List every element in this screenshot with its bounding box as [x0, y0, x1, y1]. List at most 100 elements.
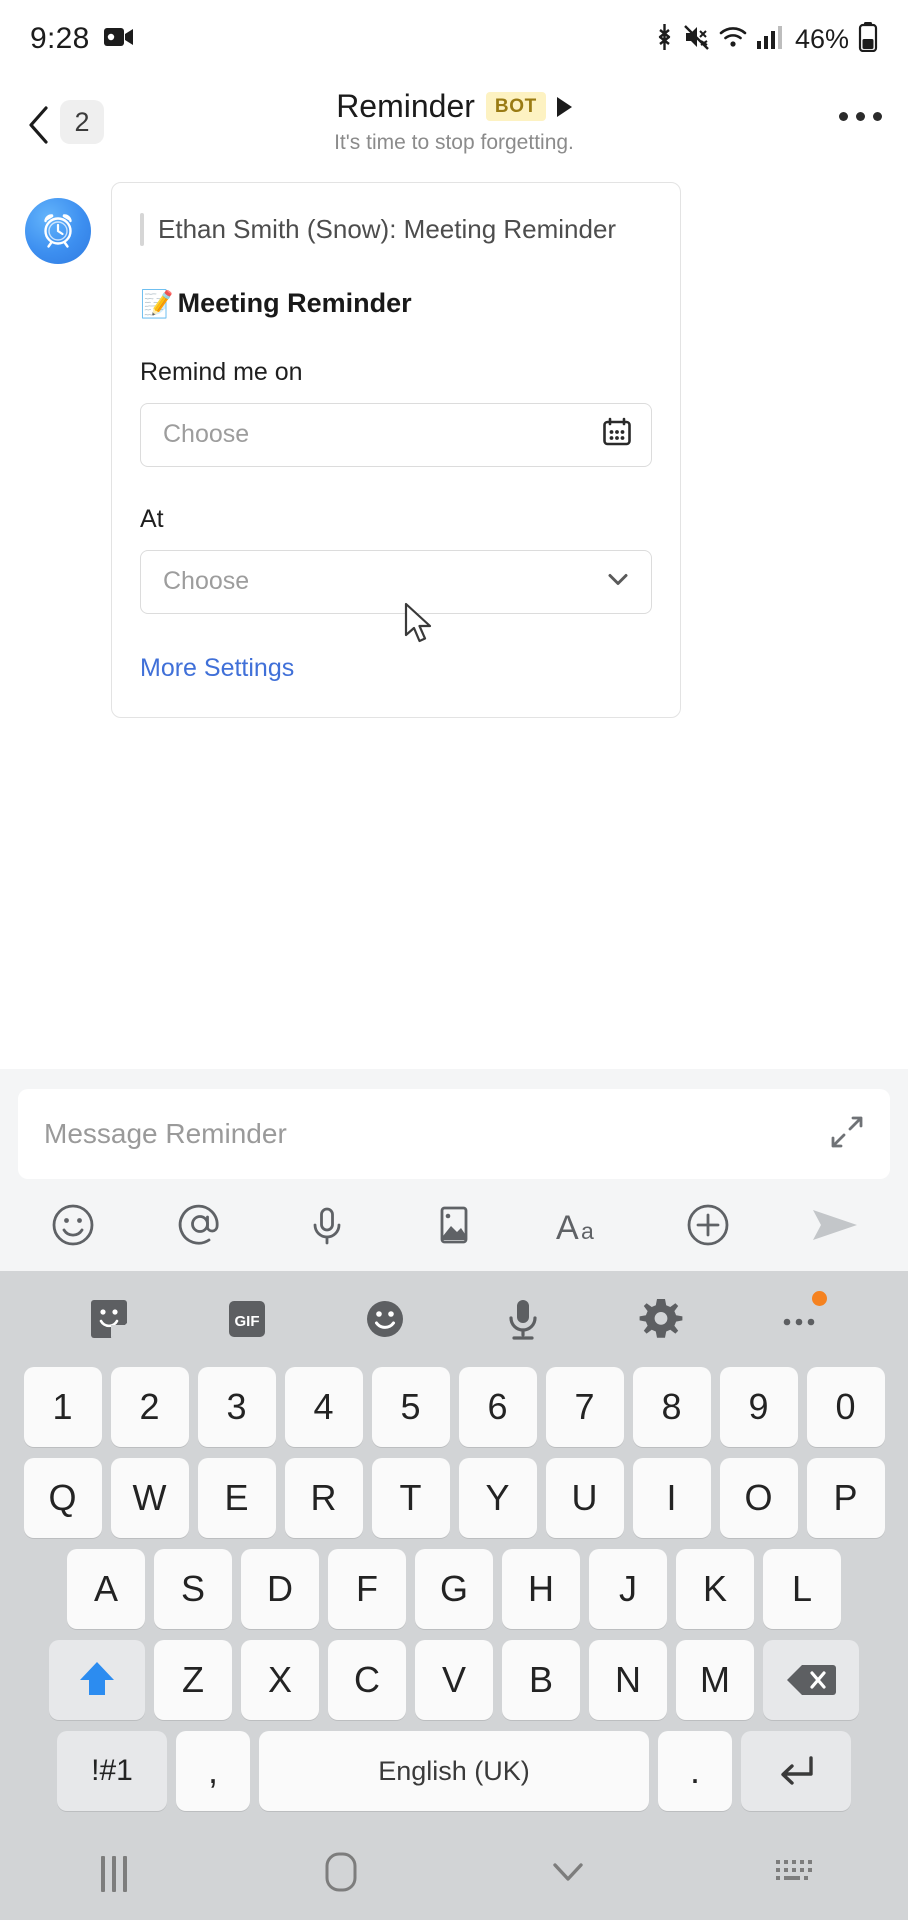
key-letter[interactable]: Z — [154, 1640, 232, 1720]
recents-icon — [100, 1856, 127, 1892]
home-button[interactable] — [227, 1849, 454, 1900]
space-key[interactable]: English (UK) — [259, 1731, 649, 1811]
key-digit[interactable]: 6 — [458, 1367, 537, 1447]
more-icon[interactable] — [769, 1289, 829, 1349]
status-bar-left: 9:28 — [30, 22, 134, 56]
key-letter[interactable]: D — [241, 1549, 319, 1629]
key-digit[interactable]: 0 — [806, 1367, 885, 1447]
key-letter[interactable]: K — [676, 1549, 754, 1629]
back-chevron-icon[interactable] — [26, 105, 52, 144]
hide-keyboard-icon — [547, 1857, 589, 1892]
avatar[interactable] — [25, 198, 91, 264]
key-letter[interactable]: C — [328, 1640, 406, 1720]
bot-badge: BOT — [485, 92, 546, 121]
composer: Message Reminder A a — [0, 1069, 908, 1271]
key-digit[interactable]: 2 — [110, 1367, 189, 1447]
keyboard-switch-button[interactable] — [681, 1856, 908, 1893]
microphone-icon[interactable] — [294, 1192, 360, 1258]
header-center: Reminder BOT It's time to stop forgettin… — [0, 88, 908, 155]
key-digit[interactable]: 5 — [371, 1367, 450, 1447]
key-letter[interactable]: W — [110, 1458, 189, 1538]
svg-text:GIF: GIF — [235, 1313, 260, 1330]
key-letter[interactable]: M — [676, 1640, 754, 1720]
chevron-down-icon[interactable] — [603, 564, 633, 599]
image-icon[interactable] — [421, 1192, 487, 1258]
key-letter[interactable]: O — [719, 1458, 798, 1538]
cellular-signal-icon — [756, 24, 782, 55]
text-format-icon[interactable]: Aa — [548, 1192, 614, 1258]
key-letter[interactable]: F — [328, 1549, 406, 1629]
key-letter[interactable]: T — [371, 1458, 450, 1538]
comma-key[interactable]: , — [176, 1731, 250, 1811]
key-letter[interactable]: P — [806, 1458, 885, 1538]
key-letter[interactable]: E — [197, 1458, 276, 1538]
calendar-icon[interactable] — [601, 416, 633, 453]
key-digit[interactable]: 3 — [197, 1367, 276, 1447]
backspace-key[interactable] — [763, 1640, 859, 1720]
unread-count-badge[interactable]: 2 — [60, 100, 104, 144]
key-digit[interactable]: 8 — [632, 1367, 711, 1447]
key-letter[interactable]: A — [67, 1549, 145, 1629]
key-letter[interactable]: S — [154, 1549, 232, 1629]
conversation-area: Ethan Smith (Snow): Meeting Reminder 📝 M… — [0, 166, 908, 1069]
symbols-key[interactable]: !#1 — [57, 1731, 167, 1811]
key-letter[interactable]: I — [632, 1458, 711, 1538]
phone-screen: 9:28 46% 2 Reminder BOT It's time to sto… — [0, 0, 908, 1920]
key-letter[interactable]: Y — [458, 1458, 537, 1538]
card-title-row: 📝 Meeting Reminder — [140, 288, 652, 320]
quoted-message: Ethan Smith (Snow): Meeting Reminder — [140, 213, 652, 246]
settings-gear-icon[interactable] — [631, 1289, 691, 1349]
key-digit[interactable]: 1 — [23, 1367, 102, 1447]
key-letter[interactable]: J — [589, 1549, 667, 1629]
microphone-icon[interactable] — [493, 1289, 553, 1349]
key-digit[interactable]: 9 — [719, 1367, 798, 1447]
gif-icon[interactable]: GIF — [217, 1289, 277, 1349]
remind-time-select[interactable]: Choose — [140, 549, 652, 614]
mention-icon[interactable] — [167, 1192, 233, 1258]
more-options-button[interactable] — [839, 112, 882, 121]
keyboard-row-2: A S D F G H J K L — [0, 1549, 908, 1629]
remind-date-input[interactable]: Choose — [140, 402, 652, 467]
more-settings-link[interactable]: More Settings — [140, 654, 652, 683]
emoji-icon[interactable] — [40, 1192, 106, 1258]
alarm-clock-icon — [38, 209, 78, 254]
key-letter[interactable]: B — [502, 1640, 580, 1720]
key-letter[interactable]: H — [502, 1549, 580, 1629]
add-icon[interactable] — [675, 1192, 741, 1258]
mute-vibrate-icon — [684, 23, 710, 56]
page-title: Reminder — [336, 88, 475, 124]
keyboard-row-digits: 1 2 3 4 5 6 7 8 9 0 — [0, 1367, 908, 1447]
key-letter[interactable]: L — [763, 1549, 841, 1629]
expand-icon[interactable] — [828, 1113, 866, 1156]
key-letter[interactable]: U — [545, 1458, 624, 1538]
key-digit[interactable]: 7 — [545, 1367, 624, 1447]
video-recording-icon — [103, 26, 134, 53]
quote-bar — [140, 213, 144, 246]
sticker-icon[interactable] — [79, 1289, 139, 1349]
back-button[interactable]: 2 — [26, 100, 104, 144]
key-digit[interactable]: 4 — [284, 1367, 363, 1447]
shift-key[interactable] — [49, 1640, 145, 1720]
key-letter[interactable]: G — [415, 1549, 493, 1629]
chat-title-row[interactable]: Reminder BOT — [336, 88, 572, 125]
recents-button[interactable] — [0, 1856, 227, 1892]
battery-percent: 46% — [794, 23, 849, 54]
remind-date-label: Remind me on — [140, 357, 303, 386]
memo-icon: 📝 — [140, 288, 174, 319]
send-icon[interactable] — [802, 1192, 868, 1258]
message-input-placeholder: Message Reminder — [44, 1118, 287, 1149]
remind-time-label: At — [140, 504, 164, 533]
play-triangle-icon[interactable] — [556, 96, 572, 117]
key-letter[interactable]: Q — [23, 1458, 102, 1538]
period-key[interactable]: . — [658, 1731, 732, 1811]
reminder-card: Ethan Smith (Snow): Meeting Reminder 📝 M… — [111, 182, 681, 718]
key-letter[interactable]: V — [415, 1640, 493, 1720]
message-input[interactable]: Message Reminder — [18, 1089, 890, 1179]
emoji-icon[interactable] — [355, 1289, 415, 1349]
key-letter[interactable]: N — [589, 1640, 667, 1720]
enter-key[interactable] — [741, 1731, 851, 1811]
hide-keyboard-button[interactable] — [454, 1857, 681, 1892]
key-letter[interactable]: R — [284, 1458, 363, 1538]
key-letter[interactable]: X — [241, 1640, 319, 1720]
quoted-message-text: Ethan Smith (Snow): Meeting Reminder — [158, 214, 617, 244]
